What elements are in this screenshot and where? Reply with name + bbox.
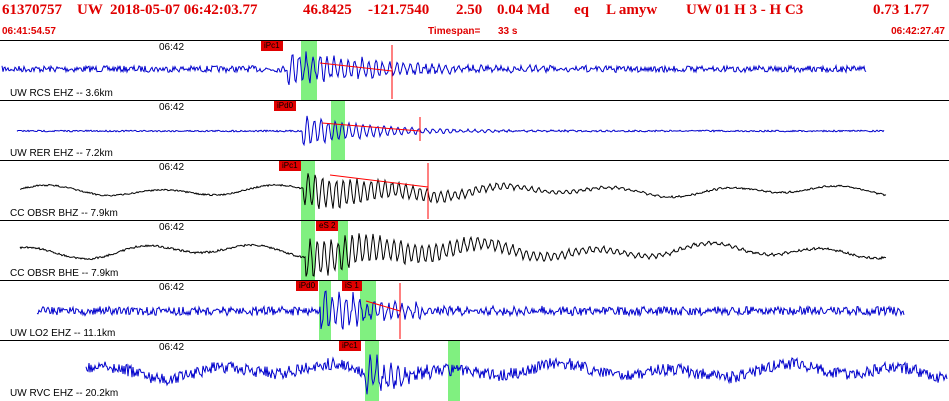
time-label: 06:42 — [159, 162, 185, 173]
phase-window — [319, 281, 331, 341]
magnitude: 0.04 Md — [497, 2, 550, 18]
phase-pick[interactable]: eS 2 — [316, 221, 339, 231]
seismogram-traces: 06:42 iPc1 UW RCS EHZ -- 3.6km 06:42 iPd… — [0, 40, 949, 401]
station-label: CC OBSR BHZ -- 7.9km — [10, 208, 118, 219]
seismic-waveform — [1, 51, 867, 86]
event-header: 61370757 UW 2018-05-07 06:42:03.77 46.84… — [0, 0, 949, 40]
station-label: UW RCS EHZ -- 3.6km — [10, 88, 113, 99]
event-network: UW — [77, 2, 103, 18]
phase-pick[interactable]: iPc1 — [279, 161, 301, 171]
longitude: -121.7540 — [368, 2, 430, 18]
trace-svg — [85, 341, 948, 401]
seismic-waveform — [19, 233, 887, 277]
depth: 2.50 — [456, 2, 483, 18]
station-label: UW RER EHZ -- 7.2km — [10, 148, 113, 159]
trace-svg — [36, 281, 905, 341]
phase-pick[interactable]: iPd0 — [296, 281, 319, 291]
end-time: 06:42:27.47 — [891, 26, 945, 37]
solution-info: UW 01 H 3 - H C3 — [686, 2, 804, 18]
phase-pick[interactable]: iPc1 — [339, 341, 361, 351]
trace-panel[interactable]: 06:42 iPc1 UW RCS EHZ -- 3.6km — [0, 40, 949, 101]
event-flags: L amyw — [606, 2, 658, 18]
timespan-value: 33 s — [498, 26, 518, 37]
time-label: 06:42 — [159, 102, 185, 113]
phase-pick[interactable]: iPd0 — [274, 101, 297, 111]
time-label: 06:42 — [159, 282, 185, 293]
station-label: UW RVC EHZ -- 20.2km — [10, 388, 119, 399]
trace-panel[interactable]: 06:42 iPd0 iS 1 UW LO2 EHZ -- 11.1km — [0, 280, 949, 341]
seismic-waveform — [85, 354, 948, 395]
trace-panel[interactable]: 06:42 iPd0 UW RER EHZ -- 7.2km — [0, 100, 949, 161]
trace-svg — [1, 41, 867, 101]
timespan-label: Timespan= — [428, 26, 481, 37]
event-id: 61370757 — [2, 2, 62, 18]
phase-pick[interactable]: iS 1 — [342, 281, 362, 291]
station-label: CC OBSR BHE -- 7.9km — [10, 268, 119, 279]
event-type: eq — [574, 2, 589, 18]
time-label: 06:42 — [159, 42, 185, 53]
seismic-waveform — [36, 290, 905, 330]
trace-svg — [19, 161, 887, 221]
trace-panel[interactable]: 06:42 iPc1 CC OBSR BHZ -- 7.9km — [0, 160, 949, 221]
trace-svg — [16, 101, 885, 161]
seismic-waveform — [16, 115, 885, 147]
trace-panel[interactable]: 06:42 iPc1 UW RVC EHZ -- 20.2km — [0, 340, 949, 401]
origin-time: 2018-05-07 06:42:03.77 — [110, 2, 258, 18]
trace-svg — [19, 221, 887, 281]
phase-pick[interactable]: iPc1 — [261, 41, 283, 51]
solution-values: 0.73 1.77 — [873, 2, 930, 18]
start-time: 06:41:54.57 — [2, 26, 56, 37]
seismic-waveform — [19, 173, 887, 210]
time-label: 06:42 — [159, 342, 185, 353]
latitude: 46.8425 — [303, 2, 352, 18]
time-label: 06:42 — [159, 222, 185, 233]
station-label: UW LO2 EHZ -- 11.1km — [10, 328, 116, 339]
trace-panel[interactable]: 06:42 eS 2 CC OBSR BHE -- 7.9km — [0, 220, 949, 281]
